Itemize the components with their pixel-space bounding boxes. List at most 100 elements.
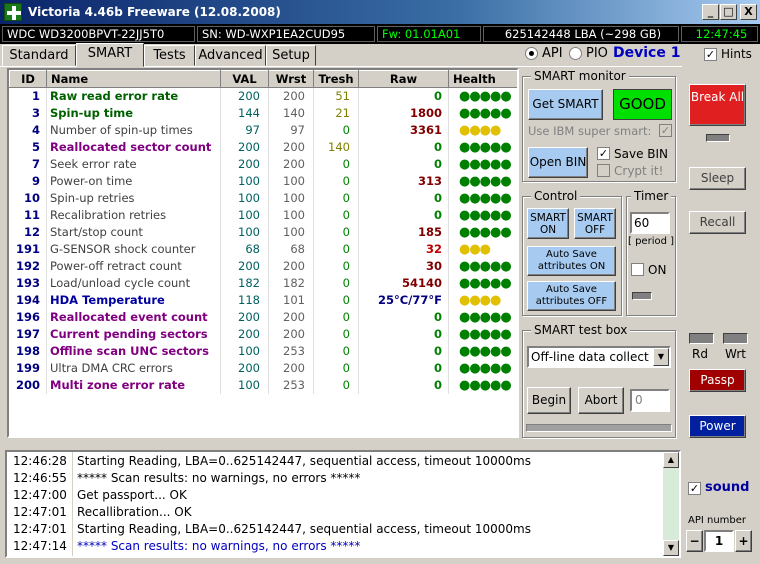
test-value-input[interactable]: 0 [630, 389, 670, 412]
tab-standard[interactable]: Standard [2, 45, 76, 66]
sound-checkbox[interactable]: ✓ [688, 482, 701, 495]
begin-button[interactable]: Begin [527, 387, 571, 414]
table-row[interactable]: 191 G-SENSOR shock counter 68 68 0 32 ●●● [9, 240, 517, 258]
minimize-button[interactable]: _ [702, 4, 719, 20]
cell-raw: 1800 [358, 104, 449, 122]
table-row[interactable]: 4 Number of spin-up times 97 97 0 3361 ●●●● [9, 121, 517, 139]
cell-tresh: 0 [313, 291, 359, 309]
cell-id: 196 [9, 308, 47, 326]
api-number-decrement[interactable]: − [686, 530, 703, 552]
close-button[interactable]: X [740, 4, 757, 20]
tab-tests[interactable]: Tests [144, 45, 195, 66]
log-scrollbar[interactable]: ▲ ▼ [663, 452, 679, 556]
cell-name: Current pending sectors [46, 325, 221, 343]
cell-name: Number of spin-up times [46, 121, 221, 139]
cell-id: 198 [9, 342, 47, 360]
timer-title: Timer [631, 189, 672, 203]
log-message: Starting Reading, LBA=0..625142447, sequ… [77, 522, 531, 536]
chevron-down-icon[interactable]: ▼ [653, 348, 669, 366]
cell-wrst: 100 [268, 172, 314, 190]
scroll-up-icon[interactable]: ▲ [663, 452, 679, 468]
autosave-off-button[interactable]: Auto Save attributes OFF [527, 281, 616, 311]
header-health[interactable]: Health [448, 70, 517, 88]
table-row[interactable]: 5 Reallocated sector count 200 200 140 0 ●●●●● [9, 138, 517, 156]
cell-id: 12 [9, 223, 47, 241]
timer-on-checkbox[interactable] [631, 263, 644, 276]
pio-radio[interactable] [569, 47, 582, 60]
cell-health: ●●●●● [448, 274, 517, 292]
break-all-button[interactable]: Break All [689, 84, 746, 126]
autosave-on-button[interactable]: Auto Save attributes ON [527, 246, 616, 276]
table-row[interactable]: 192 Power-off retract count 200 200 0 30 ●●●●● [9, 257, 517, 275]
cell-health: ●●●●● [448, 257, 517, 275]
save-bin-checkbox[interactable]: ✓ [597, 147, 610, 160]
cell-name: Reallocated sector count [46, 138, 221, 156]
rd-label: Rd [692, 347, 708, 361]
table-row[interactable]: 7 Seek error rate 200 200 0 0 ●●●●● [9, 155, 517, 173]
maximize-button[interactable]: □ [720, 4, 737, 20]
timer-input[interactable]: 60 [630, 212, 670, 234]
table-row[interactable]: 11 Recalibration retries 100 100 0 0 ●●●●● [9, 206, 517, 224]
scroll-down-icon[interactable]: ▼ [663, 540, 679, 556]
cell-raw: 0 [358, 138, 449, 156]
header-name[interactable]: Name [46, 70, 221, 88]
api-label: API [542, 46, 563, 61]
cell-health: ●●● [448, 240, 517, 258]
table-row[interactable]: 9 Power-on time 100 100 0 313 ●●●●● [9, 172, 517, 190]
header-raw[interactable]: Raw [358, 70, 449, 88]
power-button[interactable]: Power [689, 415, 746, 438]
smart-on-button[interactable]: SMART ON [527, 208, 569, 239]
abort-button[interactable]: Abort [578, 387, 624, 414]
cell-tresh: 0 [313, 308, 359, 326]
table-row[interactable]: 3 Spin-up time 144 140 21 1800 ●●●●● [9, 104, 517, 122]
cell-health: ●●●●● [448, 104, 517, 122]
smart-table: ID Name VAL Wrst Tresh Raw Health 1 Raw r… [9, 70, 517, 394]
cell-id: 191 [9, 240, 47, 258]
table-row[interactable]: 196 Reallocated event count 200 200 0 0 ●●●●● [9, 308, 517, 326]
table-row[interactable]: 200 Multi zone error rate 100 253 0 0 ●●●●● [9, 376, 517, 394]
cell-tresh: 0 [313, 206, 359, 224]
cell-raw: 0 [358, 325, 449, 343]
cell-name: Raw read error rate [46, 87, 221, 105]
table-row[interactable]: 1 Raw read error rate 200 200 51 0 ●●●●● [9, 87, 517, 105]
cell-name: Ultra DMA CRC errors [46, 359, 221, 377]
tab-smart[interactable]: SMART [76, 43, 144, 67]
header-val[interactable]: VAL [220, 70, 269, 88]
api-radio[interactable] [525, 47, 538, 60]
tab-advanced[interactable]: Advanced [195, 45, 266, 66]
table-row[interactable]: 10 Spin-up retries 100 100 0 0 ●●●●● [9, 189, 517, 207]
header-tresh[interactable]: Tresh [313, 70, 359, 88]
header-wrst[interactable]: Wrst [268, 70, 314, 88]
hints-checkbox[interactable]: ✓ [704, 48, 717, 61]
table-row[interactable]: 198 Offline scan UNC sectors 100 253 0 0 ●●●●● [9, 342, 517, 360]
cell-id: 194 [9, 291, 47, 309]
table-row[interactable]: 193 Load/unload cycle count 182 182 0 54140 ●●… [9, 274, 517, 292]
cell-health: ●●●●● [448, 359, 517, 377]
device-label[interactable]: Device 1 [613, 45, 680, 61]
table-row[interactable]: 197 Current pending sectors 200 200 0 0 ●●●●● [9, 325, 517, 343]
cell-tresh: 0 [313, 257, 359, 275]
smart-off-button[interactable]: SMART OFF [574, 208, 616, 239]
tab-setup[interactable]: Setup [266, 45, 316, 66]
sleep-button[interactable]: Sleep [689, 167, 746, 190]
cell-id: 193 [9, 274, 47, 292]
title-bar: Victoria 4.46b Freeware (12.08.2008) _ □… [0, 0, 760, 24]
test-type-select[interactable]: Off-line data collect ▼ [527, 346, 671, 368]
api-number-input[interactable]: 1 [704, 530, 734, 552]
timer-period-label: [ period ] [628, 236, 675, 247]
table-row[interactable]: 199 Ultra DMA CRC errors 200 200 0 0 ●●●●● [9, 359, 517, 377]
crypt-checkbox[interactable] [597, 164, 610, 177]
cell-tresh: 0 [313, 342, 359, 360]
api-number-increment[interactable]: + [735, 530, 752, 552]
table-row[interactable]: 12 Start/stop count 100 100 0 185 ●●●●● [9, 223, 517, 241]
cell-id: 10 [9, 189, 47, 207]
open-bin-button[interactable]: Open BIN [528, 147, 588, 178]
cell-health: ●●●●● [448, 376, 517, 394]
get-smart-button[interactable]: Get SMART [528, 89, 603, 120]
cell-raw: 32 [358, 240, 449, 258]
recall-button[interactable]: Recall [689, 211, 746, 234]
passp-button[interactable]: Passp [689, 369, 746, 392]
table-row[interactable]: 194 HDA Temperature 118 101 0 25°C/77°F ●●●● [9, 291, 517, 309]
ibm-super-smart-checkbox[interactable]: ✓ [659, 124, 672, 137]
header-id[interactable]: ID [9, 70, 47, 88]
